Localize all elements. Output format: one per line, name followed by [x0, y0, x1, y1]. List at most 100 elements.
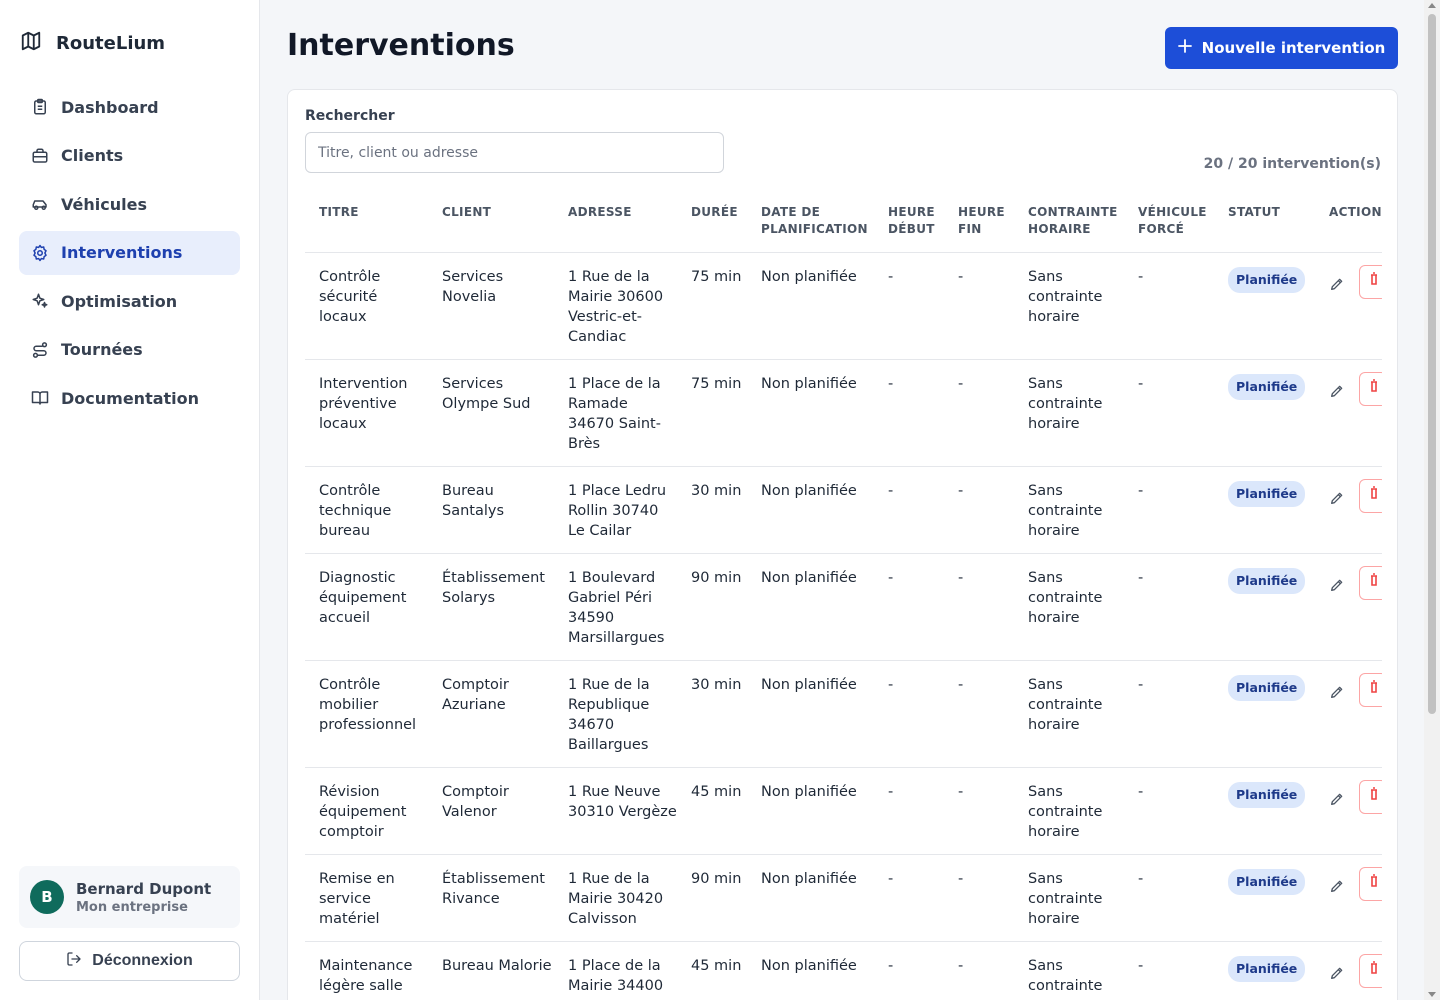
sidebar-item-documentation[interactable]: Documentation: [19, 376, 240, 420]
delete-button[interactable]: [1359, 867, 1382, 901]
table-row[interactable]: Remise en service matériel Établissement …: [305, 854, 1382, 942]
sidebar-item-label: Véhicules: [61, 194, 147, 214]
cell-date: Non planifiée: [747, 660, 874, 768]
cell-actions: [1315, 359, 1382, 467]
new-intervention-button[interactable]: Nouvelle intervention: [1165, 27, 1398, 69]
cell-contrainte: Sans contrainte horaire: [1014, 359, 1124, 467]
table-row[interactable]: Intervention préventive locaux Services O…: [305, 359, 1382, 467]
table-row[interactable]: Contrôle sécurité locaux Services Novelia…: [305, 252, 1382, 360]
table-row[interactable]: Maintenance légère salle Bureau Malorie 1 …: [305, 941, 1382, 1000]
brand-name: RouteLium: [56, 32, 166, 54]
delete-button[interactable]: [1359, 780, 1382, 814]
cell-duree: 30 min: [677, 660, 747, 768]
column-header: DATE DE PLANIFICATION: [747, 190, 874, 253]
status-badge: Planifiée: [1228, 869, 1306, 895]
sidebar-item-interventions[interactable]: Interventions: [19, 230, 240, 275]
cell-contrainte: Sans contrainte horaire: [1014, 660, 1124, 768]
delete-button[interactable]: [1359, 954, 1382, 988]
pencil-icon: [1329, 385, 1345, 403]
column-header: ACTIONS: [1315, 190, 1382, 253]
scroll-up-arrow[interactable]: [1428, 3, 1436, 8]
table-row[interactable]: Diagnostic équipement accueil Établisseme…: [305, 553, 1382, 661]
cell-vehicule: -: [1124, 359, 1214, 467]
scroll-thumb[interactable]: [1428, 14, 1436, 714]
cell-actions: [1315, 941, 1382, 1000]
edit-button[interactable]: [1329, 791, 1347, 809]
delete-button[interactable]: [1359, 673, 1382, 707]
cell-statut: Planifiée: [1214, 553, 1315, 661]
sidebar: RouteLium Dashboard Clients Véhicules Inter…: [0, 0, 260, 1000]
briefcase-icon: [31, 147, 49, 165]
scroll-down-arrow[interactable]: [1428, 992, 1436, 997]
sidebar-item-label: Dashboard: [61, 97, 159, 117]
cell-contrainte: Sans contrainte horaire: [1014, 854, 1124, 942]
sidebar-item-vehicules[interactable]: Véhicules: [19, 182, 240, 226]
user-card[interactable]: B Bernard Dupont Mon entreprise: [19, 866, 240, 928]
trash-icon: [1369, 874, 1379, 894]
edit-button[interactable]: [1329, 965, 1347, 983]
edit-button[interactable]: [1329, 577, 1347, 595]
page-title: Interventions: [287, 28, 515, 63]
logout-button[interactable]: Déconnexion: [19, 941, 240, 981]
cell-client: Établissement Rivance: [428, 854, 554, 942]
delete-button[interactable]: [1359, 265, 1382, 299]
pencil-icon: [1329, 793, 1345, 811]
delete-button[interactable]: [1359, 372, 1382, 406]
cell-vehicule: -: [1124, 466, 1214, 554]
cell-titre: Intervention préventive locaux: [305, 359, 428, 467]
cell-date: Non planifiée: [747, 359, 874, 467]
cell-titre: Contrôle mobilier professionnel: [305, 660, 428, 768]
sidebar-item-optimisation[interactable]: Optimisation: [19, 279, 240, 323]
cell-titre: Diagnostic équipement accueil: [305, 553, 428, 661]
logout-icon: [66, 951, 82, 972]
cell-actions: [1315, 466, 1382, 554]
search-input[interactable]: [305, 132, 724, 173]
pencil-icon: [1329, 492, 1345, 510]
column-header: HEURE DÉBUT: [874, 190, 944, 253]
table-row[interactable]: Contrôle mobilier professionnel Comptoir …: [305, 660, 1382, 768]
edit-button[interactable]: [1329, 490, 1347, 508]
gear-icon: [31, 244, 49, 262]
edit-button[interactable]: [1329, 276, 1347, 294]
status-badge: Planifiée: [1228, 267, 1306, 293]
cell-date: Non planifiée: [747, 466, 874, 554]
route-icon: [31, 341, 49, 359]
column-header: TITRE: [305, 190, 428, 253]
cell-vehicule: -: [1124, 767, 1214, 855]
sidebar-item-tournees[interactable]: Tournées: [19, 328, 240, 372]
status-badge: Planifiée: [1228, 374, 1306, 400]
brand[interactable]: RouteLium: [20, 30, 165, 56]
column-header: ADRESSE: [554, 190, 677, 253]
user-name: Bernard Dupont: [76, 879, 212, 898]
map-icon: [20, 30, 42, 56]
cell-duree: 45 min: [677, 941, 747, 1000]
cell-date: Non planifiée: [747, 941, 874, 1000]
pencil-icon: [1329, 686, 1345, 704]
search-label: Rechercher: [305, 108, 395, 124]
page-scrollbar[interactable]: [1424, 0, 1440, 1000]
cell-client: Comptoir Valenor: [428, 767, 554, 855]
edit-button[interactable]: [1329, 383, 1347, 401]
table-row[interactable]: Contrôle technique bureau Bureau Santalys…: [305, 466, 1382, 554]
sidebar-item-label: Clients: [61, 146, 124, 165]
cell-adresse: 1 Place Ledru Rollin 30740 Le Cailar: [554, 466, 677, 554]
trash-icon: [1369, 272, 1379, 292]
sidebar-item-clients[interactable]: Clients: [19, 134, 240, 178]
cell-client: Services Olympe Sud: [428, 359, 554, 467]
table-scroll-area[interactable]: TITRE CLIENT ADRESSE DURÉE DATE DE PLANIFICA…: [305, 190, 1382, 1000]
cell-adresse: 1 Rue Neuve 30310 Vergèze: [554, 767, 677, 855]
column-header: HEURE FIN: [944, 190, 1014, 253]
edit-button[interactable]: [1329, 878, 1347, 896]
delete-button[interactable]: [1359, 479, 1382, 513]
delete-button[interactable]: [1359, 566, 1382, 600]
cell-client: Services Novelia: [428, 252, 554, 360]
cell-fin: -: [944, 466, 1014, 554]
edit-button[interactable]: [1329, 684, 1347, 702]
cell-contrainte: Sans contrainte horaire: [1014, 767, 1124, 855]
cell-statut: Planifiée: [1214, 252, 1315, 360]
sidebar-item-dashboard[interactable]: Dashboard: [19, 85, 240, 129]
status-badge: Planifiée: [1228, 675, 1306, 701]
plus-icon: [1177, 39, 1192, 57]
table-row[interactable]: Révision équipement comptoir Comptoir Val…: [305, 767, 1382, 855]
cell-date: Non planifiée: [747, 854, 874, 942]
